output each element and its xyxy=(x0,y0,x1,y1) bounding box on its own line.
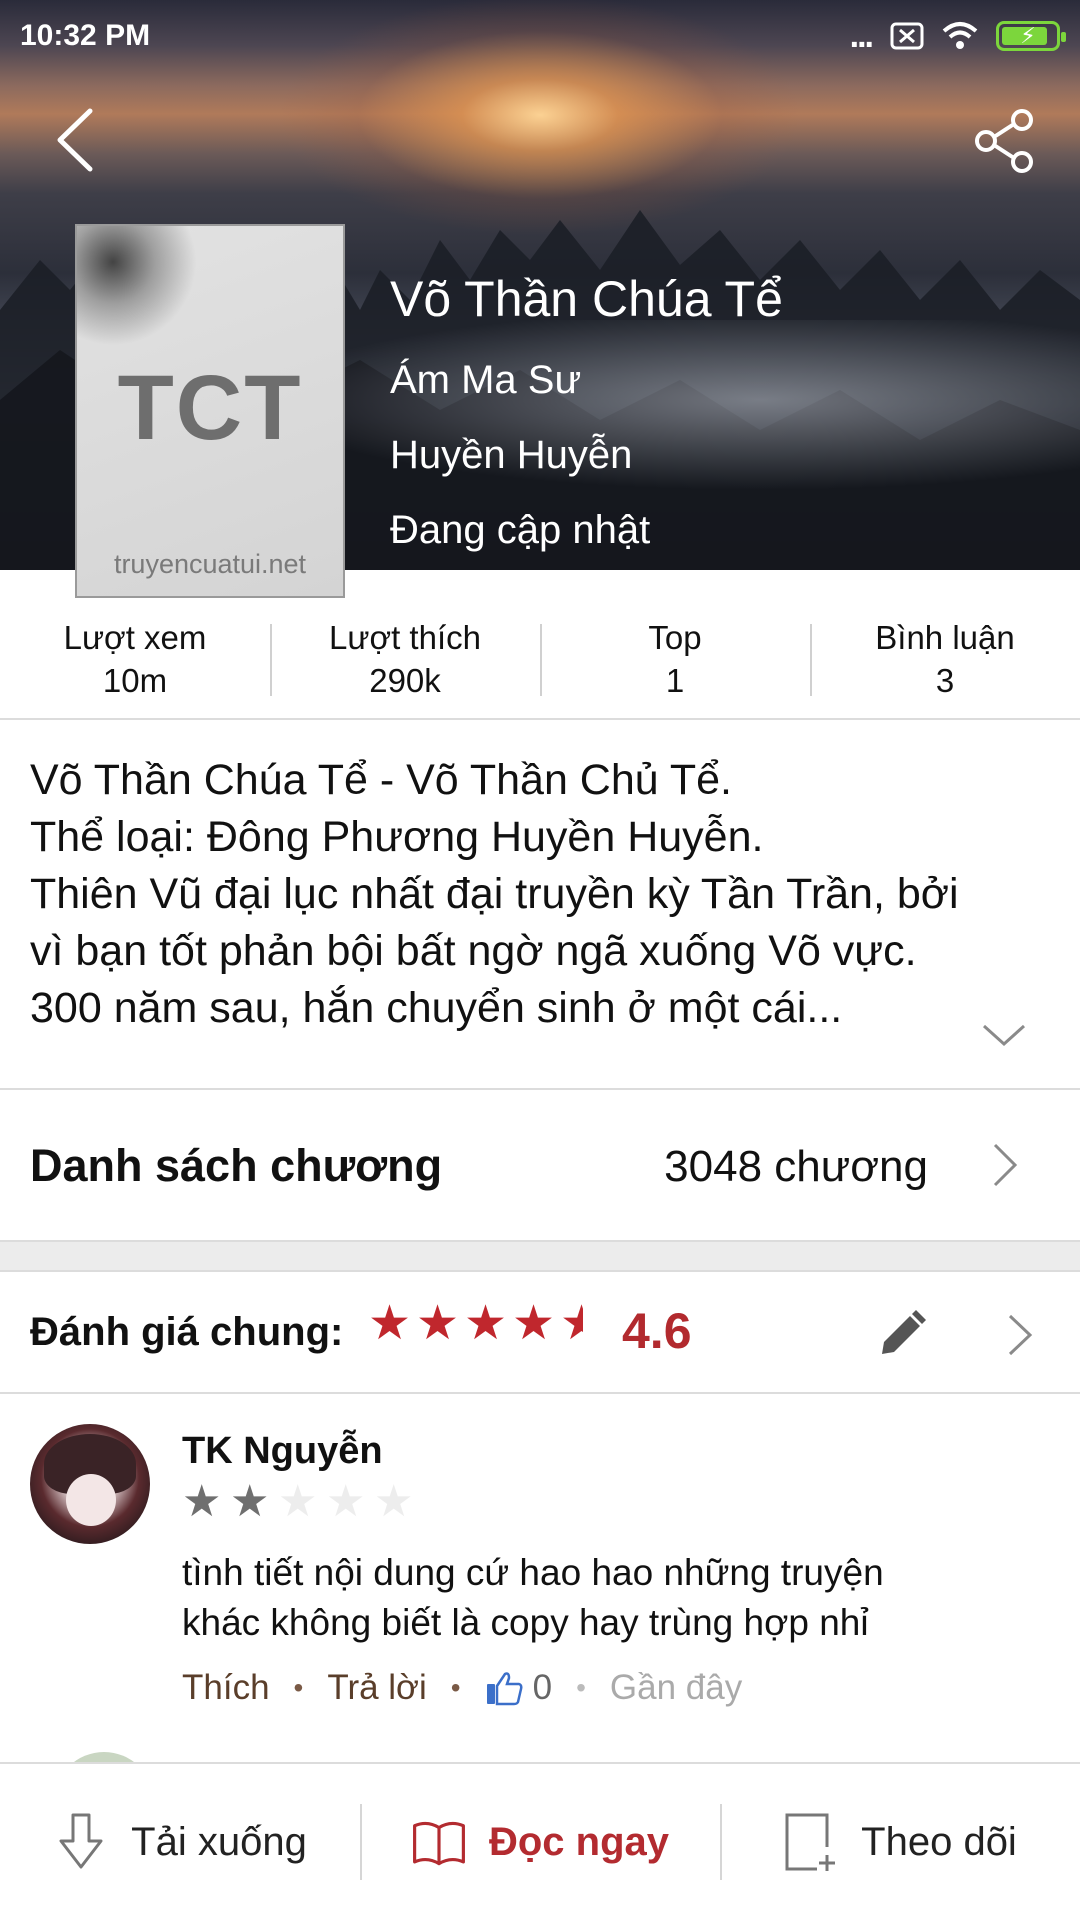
star-icon: ★ xyxy=(464,1297,508,1350)
description-line: Thiên Vũ đại lục nhất đại truyền kỳ Tần … xyxy=(30,870,959,918)
star-empty-icon: ★ xyxy=(374,1477,414,1526)
thumbs-up-icon xyxy=(486,1672,523,1706)
book-author[interactable]: Ám Ma Sư xyxy=(390,358,783,403)
reply-button[interactable]: Trả lời xyxy=(327,1668,426,1708)
cover-site: truyencuatui.net xyxy=(113,549,307,579)
avatar-face xyxy=(66,1474,116,1526)
commenter-name[interactable]: TK Nguyễn xyxy=(182,1430,383,1473)
stat-comments[interactable]: Bình luận 3 xyxy=(810,602,1080,718)
status-bar: 10:32 PM ... ⚡ xyxy=(0,0,1080,72)
star-icon: ★ xyxy=(512,1297,556,1350)
stat-label: Lượt xem xyxy=(63,619,207,657)
star-empty-icon: ★ xyxy=(278,1477,318,1526)
description-line: Thể loại: Đông Phương Huyền Huyễn. xyxy=(30,813,764,861)
status-icons: ... ⚡ xyxy=(849,16,1066,56)
comment-actions: Thích • Trả lời • 0 • Gần đây xyxy=(182,1668,742,1708)
comment-stars: ★ ★ ★ ★ ★ xyxy=(182,1480,414,1524)
follow-label: Theo dõi xyxy=(861,1819,1017,1864)
book-title: Võ Thần Chúa Tể xyxy=(390,271,783,327)
description-line: 300 năm sau, hắn chuyển sinh ở một cái..… xyxy=(30,984,843,1032)
star-icon: ★ xyxy=(368,1297,412,1350)
chapter-list-label: Danh sách chương xyxy=(30,1140,443,1191)
star-icon: ★ xyxy=(416,1297,460,1350)
book-info: Võ Thần Chúa Tể Ám Ma Sư Huyền Huyễn Đan… xyxy=(390,270,783,583)
star-icon: ★ xyxy=(230,1477,270,1526)
comment-time: Gần đây xyxy=(609,1668,743,1707)
stat-likes: Lượt thích 290k xyxy=(270,602,540,718)
cover-logo: TCT xyxy=(117,357,303,459)
like-count-group: 0 xyxy=(485,1668,552,1708)
read-now-label: Đọc ngay xyxy=(488,1819,670,1864)
battery-charging-icon: ⚡ xyxy=(996,21,1066,51)
chevron-right-icon xyxy=(1008,1314,1033,1356)
avatar[interactable] xyxy=(30,1424,150,1544)
stat-value: 3 xyxy=(935,662,955,699)
star-empty-icon: ★ xyxy=(326,1477,366,1526)
separator-dot: • xyxy=(293,1672,304,1703)
description-line: Võ Thần Chúa Tể - Võ Thần Chủ Tể. xyxy=(30,756,732,804)
book-description[interactable]: Võ Thần Chúa Tể - Võ Thần Chủ Tể. Thể lo… xyxy=(30,752,1060,1037)
book-genre[interactable]: Huyền Huyễn xyxy=(390,433,783,478)
overall-rating-row[interactable]: Đánh giá chung: ★ ★ ★ ★ ★ 4.6 xyxy=(0,1272,1080,1394)
comment-item: TK Nguyễn ★ ★ ★ ★ ★ tình tiết nội dung c… xyxy=(0,1396,1080,1756)
share-icon[interactable] xyxy=(972,108,1038,174)
half-star-icon: ★ xyxy=(560,1297,604,1350)
stat-label: Lượt thích xyxy=(329,619,481,657)
book-status: Đang cập nhật xyxy=(390,508,651,552)
follow-button[interactable]: Theo dõi xyxy=(720,1764,1080,1920)
stat-value: 10m xyxy=(102,662,168,699)
pencil-icon[interactable] xyxy=(876,1308,928,1360)
like-count: 0 xyxy=(532,1668,553,1707)
bookmark-add-icon xyxy=(785,1813,836,1871)
stat-value: 290k xyxy=(369,662,441,699)
status-time: 10:32 PM xyxy=(20,19,151,52)
back-arrow-icon[interactable] xyxy=(48,105,108,175)
rating-stars: ★ ★ ★ ★ ★ xyxy=(368,1297,604,1350)
chevron-right-icon xyxy=(993,1143,1018,1187)
stat-label: Top xyxy=(648,619,702,657)
description-line: vì bạn tốt phản bội bất ngờ ngã xuống Võ… xyxy=(30,927,917,975)
chapter-list-row[interactable]: Danh sách chương 3048 chương xyxy=(0,1090,1080,1240)
sim-off-icon xyxy=(890,22,924,50)
separator-dot: • xyxy=(576,1672,586,1703)
bottom-action-bar: Tải xuống Đọc ngay Theo dõi xyxy=(0,1762,1080,1920)
star-icon: ★ xyxy=(182,1477,222,1526)
chevron-down-icon[interactable] xyxy=(980,1020,1028,1050)
book-cover: TCT truyencuatui.net xyxy=(75,224,345,598)
read-now-button[interactable]: Đọc ngay xyxy=(360,1764,720,1920)
chapter-count: 3048 chương xyxy=(664,1142,928,1191)
rating-label: Đánh giá chung: xyxy=(30,1310,344,1354)
separator-dot: • xyxy=(450,1672,461,1703)
download-icon xyxy=(59,1813,103,1869)
rating-score: 4.6 xyxy=(622,1303,692,1359)
download-label: Tải xuống xyxy=(131,1819,307,1864)
comment-line: tình tiết nội dung cứ hao hao những truy… xyxy=(182,1552,884,1593)
section-divider xyxy=(0,1240,1080,1272)
stat-views: Lượt xem 10m xyxy=(0,602,270,718)
wifi-icon xyxy=(942,22,978,49)
comment-line: khác không biết là copy hay trùng hợp nh… xyxy=(182,1602,869,1643)
stats-row: Lượt xem 10m Lượt thích 290k Top 1 Bình … xyxy=(0,602,1080,720)
more-dots-icon: ... xyxy=(849,16,874,55)
stat-top: Top 1 xyxy=(540,602,810,718)
stat-value: 1 xyxy=(665,662,685,699)
like-button[interactable]: Thích xyxy=(182,1668,270,1708)
book-open-icon xyxy=(413,1821,465,1866)
cover-ink-decoration xyxy=(77,226,197,346)
download-button[interactable]: Tải xuống xyxy=(0,1764,360,1920)
comment-text: tình tiết nội dung cứ hao hao những truy… xyxy=(182,1548,1042,1648)
stat-label: Bình luận xyxy=(875,619,1015,657)
